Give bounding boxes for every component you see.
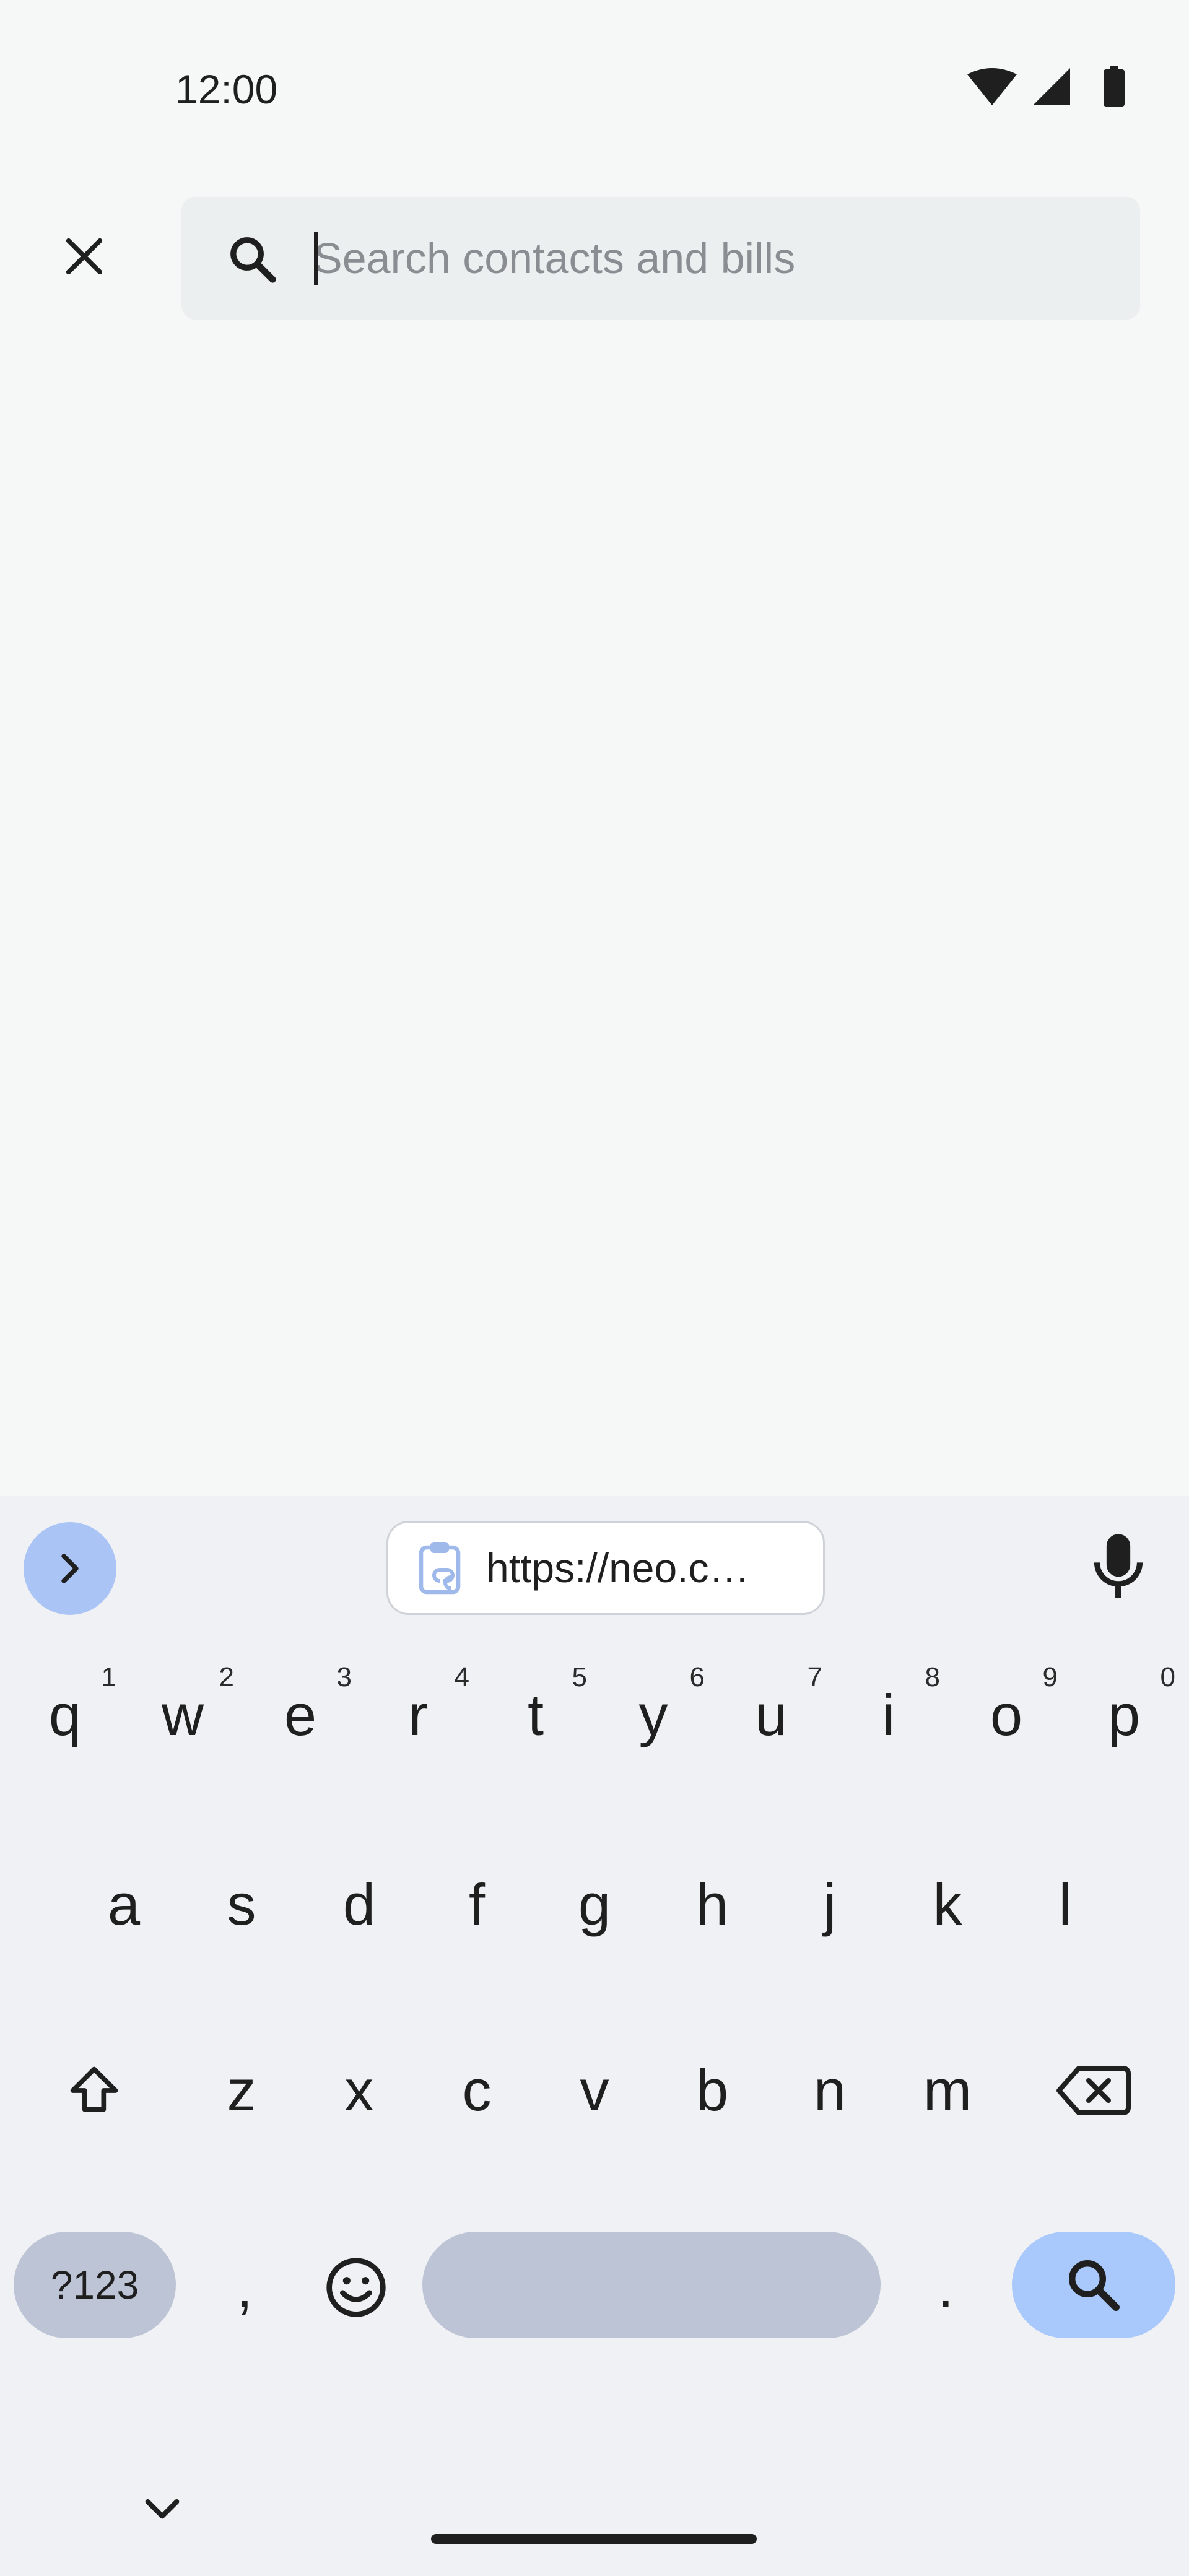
key-label: i — [882, 1682, 895, 1747]
key-w[interactable]: 2w — [124, 1660, 242, 1771]
voice-input-button[interactable] — [1090, 1531, 1147, 1604]
search-action-key[interactable] — [1012, 2232, 1175, 2338]
search-icon — [226, 233, 279, 286]
key-p[interactable]: 0p — [1065, 1660, 1183, 1771]
key-q[interactable]: 1q — [6, 1660, 124, 1771]
key-t[interactable]: 5t — [477, 1660, 594, 1771]
key-l[interactable]: l — [1006, 1849, 1124, 1960]
key-label: t — [527, 1682, 544, 1747]
key-label: p — [1107, 1682, 1141, 1747]
clipboard-link-icon — [419, 1542, 461, 1595]
on-screen-keyboard: https://neo.c… 1q2w3e4r5t6y7u8i9o0p asdf… — [0, 1496, 1189, 2576]
text-cursor — [314, 232, 318, 285]
comma-key[interactable]: , — [198, 2234, 291, 2341]
key-n[interactable]: n — [771, 2035, 889, 2146]
cellular-signal-icon — [1033, 68, 1070, 105]
search-field[interactable] — [181, 197, 1140, 320]
key-hint: 3 — [336, 1662, 352, 1692]
backspace-icon — [1056, 2066, 1131, 2115]
key-y[interactable]: 6y — [594, 1660, 712, 1771]
symbols-key[interactable]: ?123 — [14, 2232, 176, 2338]
clipboard-suggestion-chip[interactable]: https://neo.c… — [386, 1521, 825, 1615]
key-b[interactable]: b — [653, 2035, 771, 2146]
search-input[interactable] — [313, 197, 1118, 320]
search-screen: 12:00 Search contacts and bills https://… — [0, 0, 1189, 2576]
key-a[interactable]: a — [65, 1849, 183, 1960]
key-v[interactable]: v — [536, 2035, 653, 2146]
key-hint: 5 — [572, 1662, 587, 1692]
period-key[interactable]: . — [899, 2234, 992, 2341]
key-k[interactable]: k — [889, 1849, 1006, 1960]
key-label: y — [638, 1682, 668, 1747]
key-j[interactable]: j — [771, 1849, 889, 1960]
key-hint: 9 — [1042, 1662, 1058, 1692]
close-icon — [66, 238, 103, 275]
chevron-right-icon — [61, 1554, 79, 1583]
key-s[interactable]: s — [183, 1849, 300, 1960]
key-i[interactable]: 8i — [830, 1660, 947, 1771]
status-icons-svg — [967, 66, 1125, 107]
key-f[interactable]: f — [418, 1849, 536, 1960]
microphone-icon — [1094, 1534, 1143, 1598]
key-hint: 1 — [101, 1662, 116, 1692]
key-hint: 7 — [807, 1662, 822, 1692]
key-o[interactable]: 9o — [947, 1660, 1065, 1771]
key-label: o — [990, 1682, 1023, 1747]
space-key[interactable] — [422, 2232, 881, 2338]
key-hint: 8 — [925, 1662, 940, 1692]
key-m[interactable]: m — [889, 2035, 1006, 2146]
key-d[interactable]: d — [300, 1849, 418, 1960]
battery-icon — [1104, 66, 1125, 107]
close-button[interactable] — [47, 219, 121, 294]
key-r[interactable]: 4r — [359, 1660, 477, 1771]
key-hint: 6 — [689, 1662, 705, 1692]
key-z[interactable]: z — [183, 2035, 300, 2146]
key-c[interactable]: c — [418, 2035, 536, 2146]
key-label: u — [754, 1682, 788, 1747]
home-indicator[interactable] — [431, 2534, 757, 2544]
key-label: r — [408, 1682, 428, 1747]
backspace-key[interactable] — [1040, 2041, 1147, 2140]
search-icon — [1069, 2260, 1120, 2311]
shift-icon — [70, 2066, 118, 2112]
clipboard-text: https://neo.c… — [486, 1545, 750, 1591]
key-label: e — [284, 1682, 317, 1747]
key-h[interactable]: h — [653, 1849, 771, 1960]
status-icons — [965, 66, 1151, 113]
keyboard-expand-button[interactable] — [24, 1522, 116, 1615]
key-label: w — [162, 1682, 204, 1747]
chevron-down-icon — [145, 2499, 180, 2519]
key-x[interactable]: x — [300, 2035, 418, 2146]
shift-key[interactable] — [41, 2041, 147, 2140]
key-u[interactable]: 7u — [712, 1660, 830, 1771]
emoji-key[interactable] — [310, 2234, 403, 2341]
key-e[interactable]: 3e — [242, 1660, 359, 1771]
key-hint: 0 — [1160, 1662, 1175, 1692]
key-hint: 2 — [219, 1662, 234, 1692]
wifi-icon — [967, 68, 1017, 105]
key-g[interactable]: g — [536, 1849, 653, 1960]
keyboard-toolbar: https://neo.c… — [0, 1496, 1189, 1620]
key-label: q — [48, 1682, 82, 1747]
key-hint: 4 — [454, 1662, 469, 1692]
status-time: 12:00 — [175, 66, 278, 112]
hide-keyboard-button[interactable] — [137, 2483, 187, 2533]
emoji-icon — [326, 2258, 386, 2317]
